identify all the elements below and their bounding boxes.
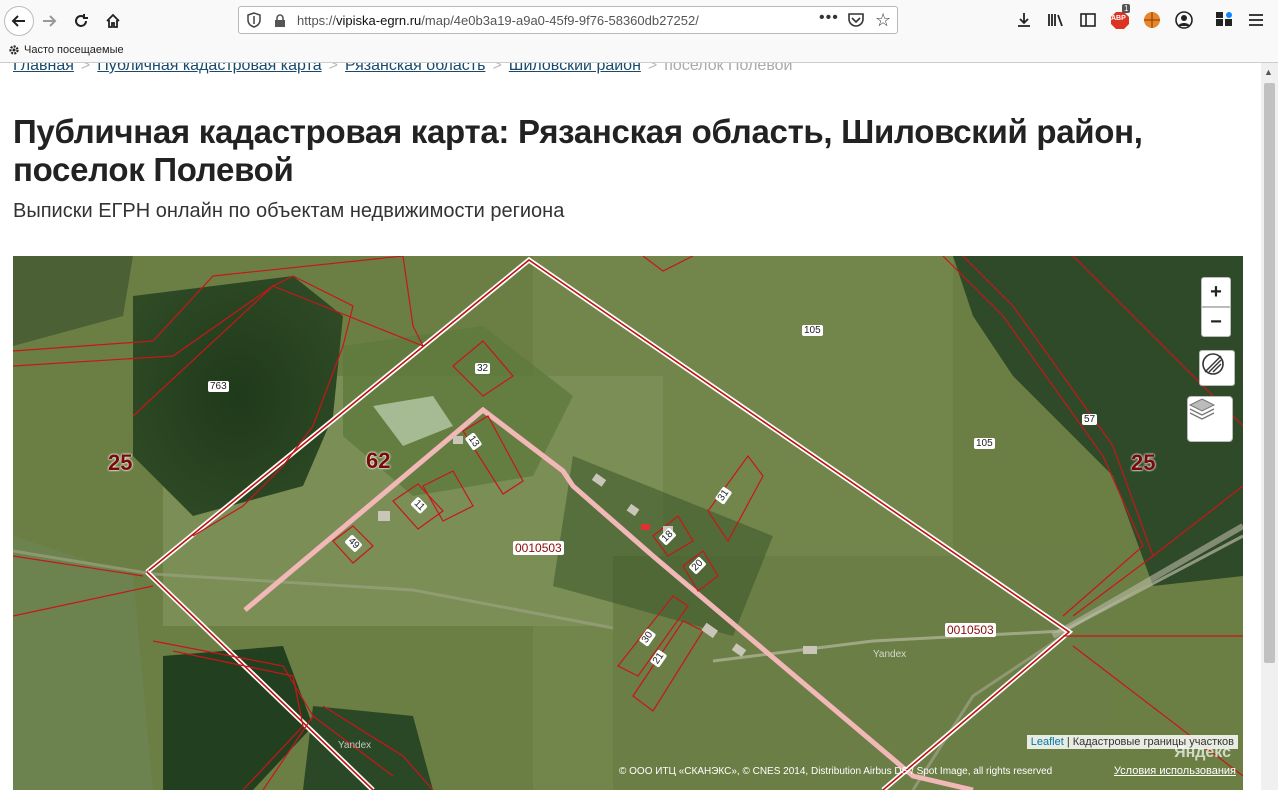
extension-ball-icon[interactable]	[1142, 10, 1162, 30]
extensions-icon[interactable]	[1214, 10, 1234, 30]
page-content: Главная > Публичная кадастровая карта > Ряза…	[0, 63, 1260, 790]
url-text[interactable]: https://vipiska-egrn.ru/map/4e0b3a19-a9a…	[297, 13, 699, 28]
library-icon[interactable]	[1046, 10, 1066, 30]
district-label[interactable]: 25	[1131, 450, 1155, 476]
page-title: Публичная кадастровая карта: Рязанская о…	[13, 113, 1143, 188]
ruler-icon	[1202, 353, 1224, 375]
reload-button[interactable]	[68, 8, 94, 34]
account-icon[interactable]	[1174, 10, 1194, 30]
map-attribution: Leaflet | Кадастровые границы участков	[1026, 735, 1238, 749]
parcel-label[interactable]: 32	[475, 363, 491, 374]
gear-icon	[9, 45, 19, 55]
address-bar[interactable]: https://vipiska-egrn.ru/map/4e0b3a19-a9a…	[238, 6, 898, 34]
reload-icon	[75, 14, 88, 27]
pocket-icon[interactable]	[847, 11, 865, 29]
bookmarks-label: Часто посещаемые	[24, 44, 124, 56]
zoom-in-button[interactable]: +	[1201, 277, 1231, 307]
layers-button[interactable]	[1187, 396, 1233, 442]
breadcrumb-link-district[interactable]: Шиловский район	[509, 63, 641, 74]
adblock-icon[interactable]: ABP 1	[1110, 4, 1131, 30]
map-watermark: Yandex	[873, 649, 907, 660]
page-subtitle: Выписки ЕГРН онлайн по объектам недвижим…	[13, 200, 565, 222]
breadcrumb-separator: >	[492, 63, 502, 74]
district-label[interactable]: 25	[108, 450, 132, 476]
lock-icon[interactable]	[273, 13, 287, 28]
breadcrumb-link-home[interactable]: Главная	[13, 63, 74, 74]
shield-icon[interactable]	[247, 12, 261, 28]
satellite-imagery[interactable]	[13, 256, 1243, 790]
adblock-badge: 1	[1122, 4, 1131, 13]
quarter-label[interactable]: 0010503	[513, 541, 564, 555]
attribution-text: | Кадастровые границы участков	[1066, 736, 1234, 748]
breadcrumb: Главная > Публичная кадастровая карта > Ряза…	[13, 63, 792, 75]
breadcrumb-current: поселок Полевой	[664, 63, 793, 74]
breadcrumb-separator: >	[80, 63, 91, 74]
parcel-label[interactable]: 57	[1082, 414, 1098, 425]
map-copyright: © ООО ИТЦ «СКАНЭКС», © CNES 2014, Distri…	[619, 766, 1053, 777]
bookmark-star-icon[interactable]: ☆	[875, 10, 891, 31]
browser-toolbar: https://vipiska-egrn.ru/map/4e0b3a19-a9a…	[0, 0, 1278, 63]
breadcrumb-separator: >	[328, 63, 338, 74]
sidebar-icon[interactable]	[1078, 10, 1098, 30]
forward-button[interactable]	[36, 8, 62, 34]
layers-icon	[1188, 398, 1216, 420]
region-label[interactable]: 62	[366, 448, 390, 474]
url-host: vipiska-egrn.ru	[336, 13, 422, 28]
page-scrollbar[interactable]: ▲	[1261, 63, 1278, 790]
cadastral-map[interactable]: 763 105 105 57 32 13 11 49 18 20 31 30 2…	[13, 256, 1243, 790]
url-path: /map/4e0b3a19-a9a0-45f9-9f76-58360db2725…	[421, 13, 699, 28]
bookmarks-bar-item[interactable]: Часто посещаемые	[8, 44, 124, 56]
parcel-label[interactable]: 105	[974, 438, 995, 449]
home-button[interactable]	[100, 8, 126, 34]
breadcrumb-separator: >	[647, 63, 658, 74]
arrow-right-icon	[43, 15, 57, 27]
leaflet-link[interactable]: Leaflet	[1031, 736, 1064, 748]
home-icon	[106, 13, 120, 28]
scrollbar-thumb[interactable]	[1264, 83, 1275, 663]
menu-icon[interactable]	[1246, 10, 1266, 30]
measure-tool-button[interactable]	[1199, 350, 1235, 386]
quarter-label[interactable]: 0010503	[945, 623, 996, 637]
breadcrumb-link-cadastral-map[interactable]: Публичная кадастровая карта	[97, 63, 321, 74]
breadcrumb-link-region[interactable]: Рязанская область	[345, 63, 485, 74]
zoom-out-button[interactable]: −	[1201, 307, 1231, 337]
url-prefix: https://	[297, 13, 337, 28]
scroll-up-icon[interactable]: ▲	[1264, 67, 1273, 77]
terms-link[interactable]: Условия использования	[1114, 765, 1236, 777]
map-watermark: Yandex	[338, 740, 372, 751]
back-button[interactable]	[4, 6, 34, 36]
parcel-label[interactable]: 763	[208, 381, 229, 392]
arrow-left-icon	[11, 15, 25, 27]
downloads-icon[interactable]	[1014, 10, 1034, 30]
parcel-label[interactable]: 105	[802, 325, 823, 336]
page-actions-button[interactable]: •••	[819, 9, 839, 27]
adblock-label: ABP	[1111, 15, 1126, 22]
